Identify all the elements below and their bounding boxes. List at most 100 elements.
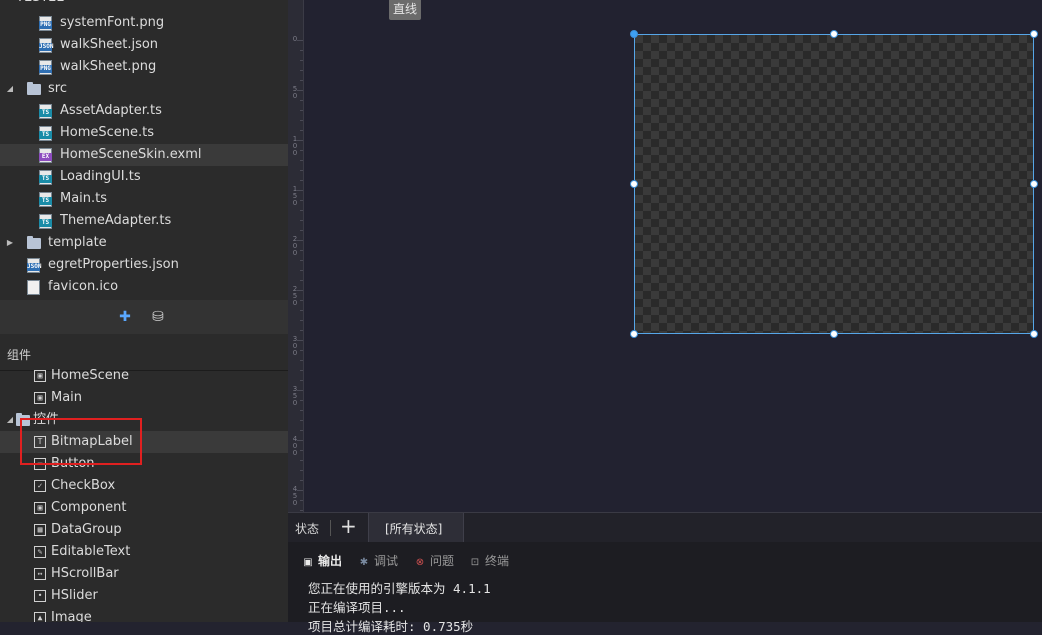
tree-item-label: walkSheet.png <box>60 59 157 74</box>
tree-file[interactable]: TS AssetAdapter.ts <box>0 100 288 122</box>
ico-file-icon <box>27 280 40 295</box>
resize-handle-top[interactable] <box>830 30 838 38</box>
state-tab-all[interactable]: [所有状态] <box>368 513 464 542</box>
ruler-tick-mark <box>300 260 303 261</box>
tab-problems[interactable]: ⊗ 问题 <box>414 552 454 569</box>
component-item[interactable]: ✓ CheckBox <box>0 475 288 497</box>
resize-handle-left[interactable] <box>630 180 638 188</box>
resize-handle-top-right[interactable] <box>1030 30 1038 38</box>
component-item[interactable]: ▲ Image <box>0 607 288 622</box>
component-item[interactable]: ▣ Component <box>0 497 288 519</box>
ruler-tick-mark <box>300 480 303 481</box>
png-file-icon: PNG <box>39 60 52 75</box>
ruler-tick-mark <box>300 370 303 371</box>
ruler-tick-mark <box>300 160 303 161</box>
datagroup-icon: ▦ <box>34 524 46 536</box>
ruler-tick-mark <box>300 380 303 381</box>
tab-problems-label: 问题 <box>430 554 455 568</box>
tree-file[interactable]: PNG walkSheet.png <box>0 56 288 78</box>
ruler-tick-mark <box>297 440 303 441</box>
error-icon: ⊗ <box>415 557 425 568</box>
ruler-tick-mark <box>300 120 303 121</box>
tree-file[interactable]: EX HomeSceneSkin.exml <box>0 144 288 166</box>
tree-file[interactable]: TS HomeScene.ts <box>0 122 288 144</box>
tree-file[interactable]: JSON egretProperties.json <box>0 254 288 276</box>
component-item[interactable]: ▣ HomeScene <box>0 365 288 387</box>
tree-item-label: LoadingUI.ts <box>60 169 141 184</box>
component-label: EditableText <box>51 544 131 559</box>
component-label: CheckBox <box>51 478 116 493</box>
component-item[interactable]: ▣ Main <box>0 387 288 409</box>
tree-file[interactable]: PNG systemFont.png <box>0 12 288 34</box>
tree-item-label: HomeSceneSkin.exml <box>60 147 202 162</box>
tree-folder[interactable]: ◢ src <box>0 78 288 100</box>
ts-file-icon: TS <box>39 126 52 141</box>
resize-handle-bottom-right[interactable] <box>1030 330 1038 338</box>
component-label: HSlider <box>51 588 98 603</box>
component-label: Main <box>51 390 83 405</box>
tab-terminal-label: 终端 <box>485 554 510 568</box>
folder-icon <box>27 82 41 95</box>
resize-handle-top-left[interactable] <box>630 30 638 38</box>
expand-arrow-icon[interactable]: ◢ <box>5 78 15 100</box>
tree-item-label: AssetAdapter.ts <box>60 103 162 118</box>
puzzle-icon[interactable]: ✚ <box>117 309 133 325</box>
ruler-tick-mark <box>300 70 303 71</box>
tree-root-row[interactable]: TEST22 <box>0 0 288 9</box>
ruler-tick-label: 5 0 <box>292 85 298 100</box>
ruler-tick-mark <box>300 400 303 401</box>
ruler-tick-mark <box>300 60 303 61</box>
tree-file[interactable]: favicon.ico <box>0 276 288 298</box>
bug-icon: ✱ <box>359 557 369 568</box>
tree-file[interactable]: TS ThemeAdapter.ts <box>0 210 288 232</box>
component-item[interactable]: ▦ DataGroup <box>0 519 288 541</box>
add-state-button[interactable]: + <box>340 515 357 537</box>
ruler-tick-mark <box>297 140 303 141</box>
expand-arrow-icon[interactable]: ◢ <box>5 409 15 431</box>
states-divider <box>330 520 331 536</box>
ruler-tick-mark <box>300 310 303 311</box>
png-file-icon: PNG <box>39 16 52 31</box>
tree-file[interactable]: TS Main.ts <box>0 188 288 210</box>
design-canvas[interactable]: 直线 <box>304 0 1042 512</box>
collapse-arrow-icon[interactable]: ▶ <box>5 232 15 254</box>
ruler-tick-mark <box>300 230 303 231</box>
image-icon: ▲ <box>34 612 46 622</box>
component-item[interactable]: ✎ EditableText <box>0 541 288 563</box>
ruler-tick-mark <box>300 420 303 421</box>
resize-handle-bottom[interactable] <box>830 330 838 338</box>
component-item[interactable]: • HSlider <box>0 585 288 607</box>
ruler-tick-mark <box>300 110 303 111</box>
component-label: Image <box>51 610 92 622</box>
component-item[interactable]: ↔ HScrollBar <box>0 563 288 585</box>
ruler-tick-mark <box>300 200 303 201</box>
tree-file[interactable]: JSON walkSheet.json <box>0 34 288 56</box>
ts-file-icon: TS <box>39 192 52 207</box>
tree-file[interactable]: TS LoadingUI.ts <box>0 166 288 188</box>
tree-item-label: systemFont.png <box>60 15 165 30</box>
stage-selection[interactable] <box>634 34 1034 334</box>
line-button[interactable]: 直线 <box>389 0 421 20</box>
resize-handle-right[interactable] <box>1030 180 1038 188</box>
tree-item-label: src <box>48 81 67 96</box>
tab-output[interactable]: ▣ 输出 <box>302 552 342 569</box>
tree-item-label: walkSheet.json <box>60 37 159 52</box>
state-tab-label: [所有状态] <box>385 522 443 536</box>
tree-folder[interactable]: ▶ template <box>0 232 288 254</box>
ts-file-icon: TS <box>39 214 52 229</box>
ruler-tick-mark <box>300 280 303 281</box>
folder-icon <box>27 236 41 249</box>
tab-terminal[interactable]: ⊡ 终端 <box>469 552 509 569</box>
json-file-icon: JSON <box>39 38 53 53</box>
ruler-tick-mark <box>297 90 303 91</box>
ruler-tick-mark <box>300 410 303 411</box>
ruler-tick-mark <box>300 500 303 501</box>
tab-debug[interactable]: ✱ 调试 <box>358 552 398 569</box>
vertical-ruler: 05 01 0 01 5 02 0 02 5 03 0 03 5 04 0 04… <box>288 0 304 531</box>
ruler-tick-mark <box>300 220 303 221</box>
component-icon: ▣ <box>34 502 46 514</box>
ruler-tick-mark <box>300 80 303 81</box>
ruler-tick-mark <box>297 190 303 191</box>
egret-library-icon[interactable]: ⛁ <box>150 309 166 325</box>
resize-handle-bottom-left[interactable] <box>630 330 638 338</box>
